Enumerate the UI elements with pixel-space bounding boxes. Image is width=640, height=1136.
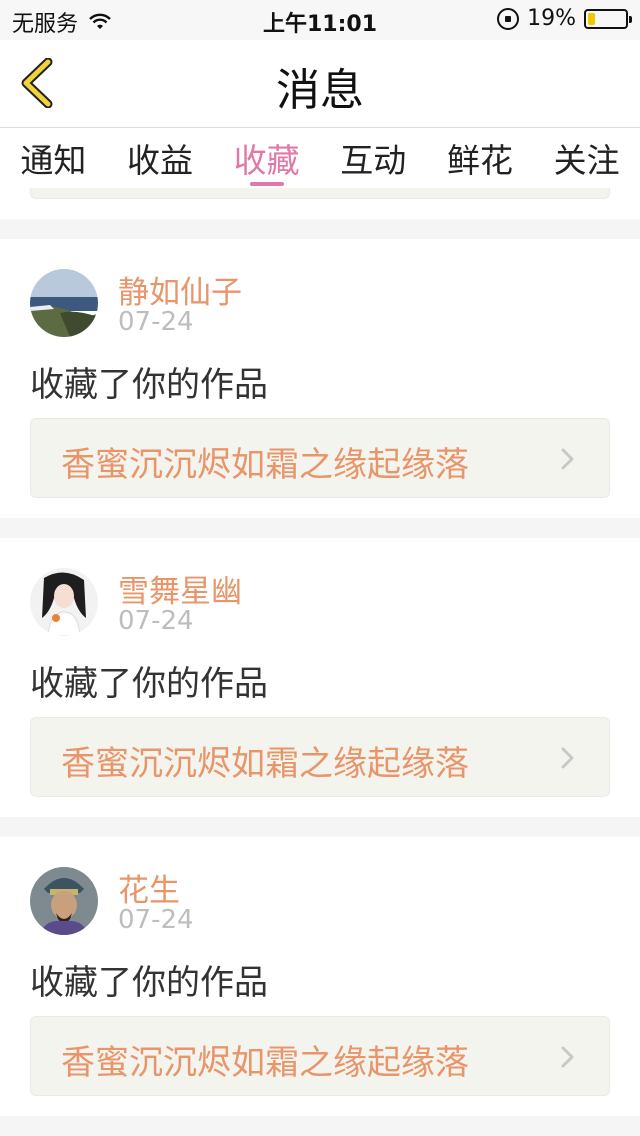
battery-icon: [584, 8, 632, 29]
chevron-right-icon: [561, 747, 574, 769]
tab-bar: 通知 收益 收藏 互动 鲜花 关注: [0, 128, 640, 188]
message-date: 07-24: [118, 606, 194, 636]
message-card: 静如仙子 07-24 收藏了你的作品 香蜜沉沉烬如霜之缘起缘落: [0, 239, 640, 518]
back-button[interactable]: [16, 58, 60, 108]
work-title: 香蜜沉沉烬如霜之缘起缘落: [61, 445, 469, 485]
partial-message-card: [0, 188, 640, 219]
tab-follows[interactable]: 关注: [554, 128, 620, 188]
action-text: 收藏了你的作品: [30, 664, 268, 704]
work-link[interactable]: 香蜜沉沉烬如霜之缘起缘落: [30, 1016, 610, 1096]
page-title: 消息: [276, 65, 364, 116]
message-date: 07-24: [118, 307, 194, 337]
work-title: 香蜜沉沉烬如霜之缘起缘落: [61, 744, 469, 784]
message-card: 花生 07-24 收藏了你的作品 香蜜沉沉烬如霜之缘起缘落: [0, 837, 640, 1116]
action-text: 收藏了你的作品: [30, 963, 268, 1003]
work-title: 香蜜沉沉烬如霜之缘起缘落: [61, 1043, 469, 1083]
battery-fill: [588, 12, 595, 25]
nav-bar: 消息: [0, 40, 640, 128]
status-right: 19%: [497, 6, 632, 31]
message-card: 雪舞星幽 07-24 收藏了你的作品 香蜜沉沉烬如霜之缘起缘落: [0, 538, 640, 817]
username[interactable]: 花生: [118, 865, 180, 910]
orientation-lock-icon: [497, 7, 520, 30]
chevron-right-icon: [561, 448, 574, 470]
avatar[interactable]: [30, 568, 98, 636]
status-bar: 无服务 上午11:01 19%: [0, 0, 640, 40]
partial-work-link[interactable]: [30, 188, 610, 199]
message-list: 静如仙子 07-24 收藏了你的作品 香蜜沉沉烬如霜之缘起缘落 雪舞星幽 07-…: [0, 188, 640, 1136]
tab-notifications[interactable]: 通知: [20, 128, 86, 188]
battery-percent: 19%: [527, 6, 576, 31]
action-text: 收藏了你的作品: [30, 365, 268, 405]
avatar[interactable]: [30, 867, 98, 935]
work-link[interactable]: 香蜜沉沉烬如霜之缘起缘落: [30, 418, 610, 498]
tab-interactions[interactable]: 互动: [340, 128, 406, 188]
avatar[interactable]: [30, 269, 98, 337]
tab-favorites[interactable]: 收藏: [234, 128, 300, 188]
message-date: 07-24: [118, 905, 194, 935]
tab-earnings[interactable]: 收益: [127, 128, 193, 188]
work-link[interactable]: 香蜜沉沉烬如霜之缘起缘落: [30, 717, 610, 797]
tab-flowers[interactable]: 鲜花: [447, 128, 513, 188]
chevron-right-icon: [561, 1046, 574, 1068]
username[interactable]: 静如仙子: [118, 267, 242, 312]
username[interactable]: 雪舞星幽: [118, 566, 242, 611]
